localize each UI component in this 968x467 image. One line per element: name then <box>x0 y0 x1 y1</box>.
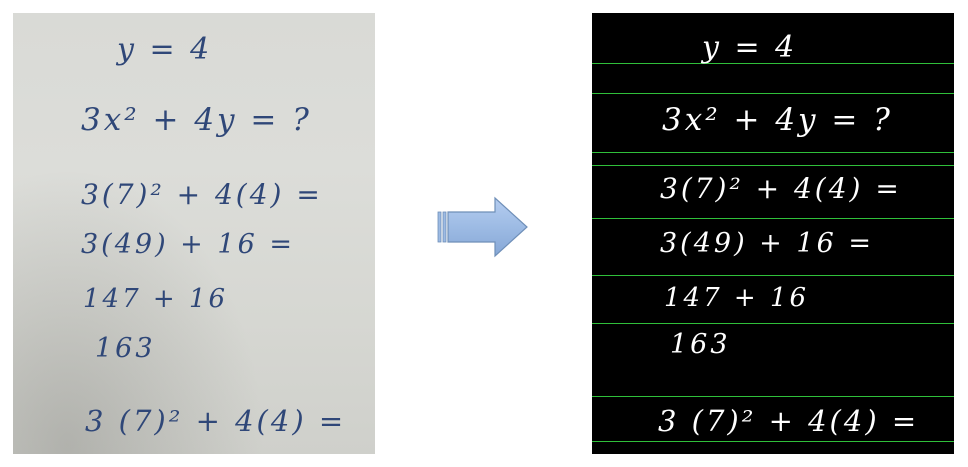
board-line-square: 3(49) + 16 = <box>660 228 874 259</box>
paper-line-substitution: 3(7)² + 4(4) = <box>81 178 323 211</box>
board-rule-line <box>592 218 954 219</box>
digital-board: y = 4 3x² + 4y = ? 3(7)² + 4(4) = 3(49) … <box>592 13 954 454</box>
board-rule-line <box>592 93 954 94</box>
board-rule-line <box>592 396 954 397</box>
board-line-question: 3x² + 4y = ? <box>662 102 893 138</box>
right-arrow-icon <box>437 196 528 258</box>
board-line-repeat: 3 (7)² + 4(4) = <box>658 404 920 438</box>
board-rule-line <box>592 441 954 442</box>
board-rule-line <box>592 152 954 153</box>
paper-line-given: y = 4 <box>117 32 213 67</box>
board-line-multiply: 147 + 16 <box>664 283 810 313</box>
paper-line-repeat: 3 (7)² + 4(4) = <box>85 404 347 438</box>
board-line-given: y = 4 <box>702 30 798 65</box>
paper-line-square: 3(49) + 16 = <box>81 229 295 260</box>
paper-line-result: 163 <box>95 333 156 364</box>
comparison-figure: y = 4 3x² + 4y = ? 3(7)² + 4(4) = 3(49) … <box>0 0 968 467</box>
board-rule-line <box>592 165 954 166</box>
board-line-substitution: 3(7)² + 4(4) = <box>660 172 902 205</box>
board-rule-line <box>592 323 954 324</box>
board-line-result: 163 <box>670 329 731 360</box>
paper-line-question: 3x² + 4y = ? <box>81 102 312 138</box>
board-rule-line <box>592 275 954 276</box>
paper-line-multiply: 147 + 16 <box>83 284 229 314</box>
handwritten-paper-photo: y = 4 3x² + 4y = ? 3(7)² + 4(4) = 3(49) … <box>13 13 375 454</box>
